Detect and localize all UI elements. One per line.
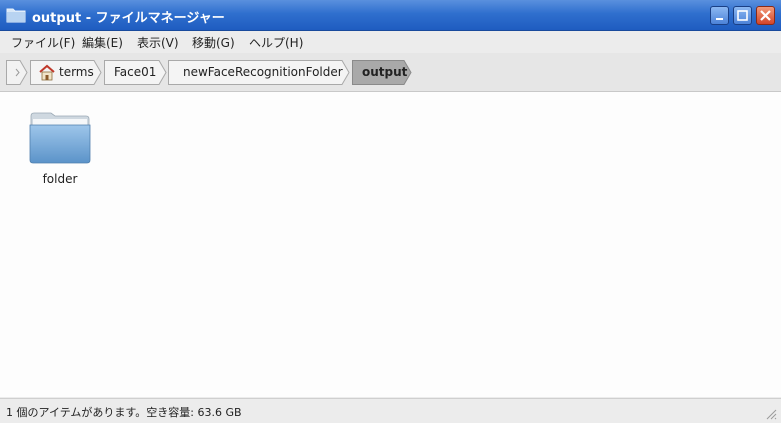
menu-go[interactable]: 移動(G) xyxy=(192,34,235,51)
maximize-icon xyxy=(737,10,748,21)
status-bar: 1 個のアイテムがあります。空き容量: 63.6 GB xyxy=(0,398,781,423)
file-name: folder xyxy=(42,172,78,186)
file-manager-window: output - ファイルマネージャー ファイル(F) 編集(E) 表示(V) … xyxy=(0,0,781,423)
chevron-left-icon xyxy=(6,60,28,85)
breadcrumb-label: terms xyxy=(59,65,94,79)
maximize-button[interactable] xyxy=(733,6,752,25)
menu-edit[interactable]: 編集(E) xyxy=(82,34,123,51)
folder-icon xyxy=(6,8,26,23)
window-title: output - ファイルマネージャー xyxy=(32,11,225,26)
breadcrumb-output[interactable]: output xyxy=(352,60,414,85)
resize-grip-icon[interactable] xyxy=(765,408,777,420)
breadcrumb-label: Face01 xyxy=(114,65,157,79)
close-button[interactable] xyxy=(756,6,775,25)
breadcrumb-face01[interactable]: Face01 xyxy=(104,60,168,85)
minimize-button[interactable] xyxy=(710,6,729,25)
breadcrumb-terms[interactable]: terms xyxy=(30,60,104,85)
title-bar[interactable]: output - ファイルマネージャー xyxy=(0,0,781,31)
menu-help[interactable]: ヘルプ(H) xyxy=(249,34,303,51)
breadcrumb-newfacerecognitionfolder[interactable]: newFaceRecognitionFolder xyxy=(168,60,352,85)
home-icon xyxy=(39,64,55,81)
file-view[interactable]: folder xyxy=(0,92,781,397)
file-item-folder[interactable]: folder xyxy=(20,108,100,188)
status-text: 1 個のアイテムがあります。空き容量: 63.6 GB xyxy=(6,406,242,419)
folder-icon xyxy=(29,112,91,164)
minimize-icon xyxy=(716,18,723,20)
menu-view[interactable]: 表示(V) xyxy=(137,34,179,51)
menu-file[interactable]: ファイル(F) xyxy=(11,34,75,51)
breadcrumb-label: newFaceRecognitionFolder xyxy=(183,65,343,79)
path-bar: terms Face01 newFaceRecognitionFolder ou… xyxy=(0,53,781,92)
path-scroll-left-button[interactable] xyxy=(6,60,30,85)
close-icon xyxy=(760,10,771,21)
breadcrumb-label: output xyxy=(362,65,408,79)
menu-bar: ファイル(F) 編集(E) 表示(V) 移動(G) ヘルプ(H) xyxy=(0,31,781,53)
